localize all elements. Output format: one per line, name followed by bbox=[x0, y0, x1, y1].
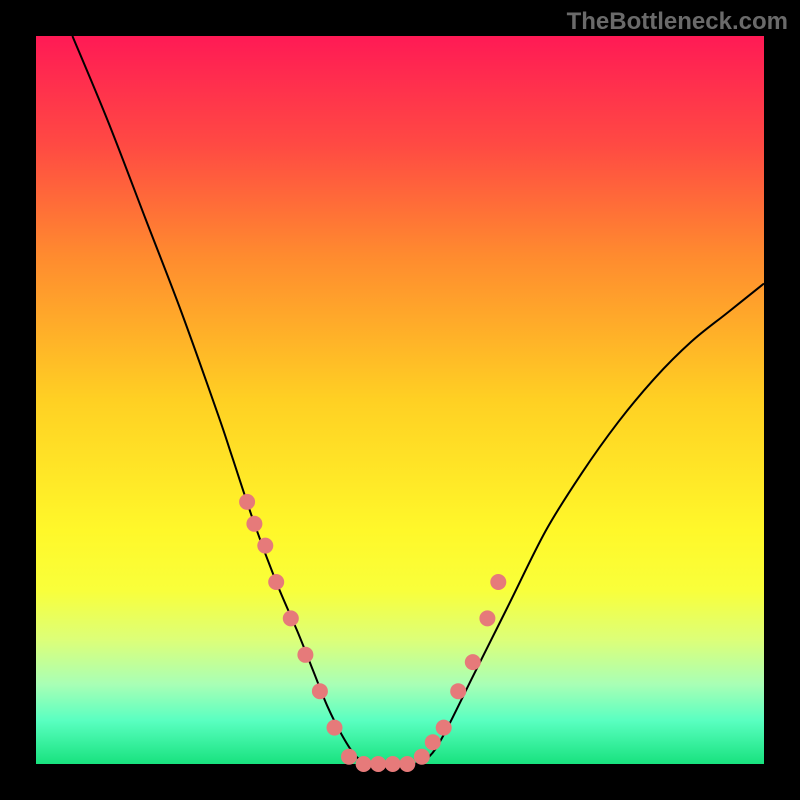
marker-dot bbox=[479, 610, 495, 626]
marker-dot bbox=[341, 749, 357, 765]
marker-dot bbox=[370, 756, 386, 772]
marker-dot bbox=[312, 683, 328, 699]
marker-dot bbox=[490, 574, 506, 590]
gradient-plot-area bbox=[36, 36, 764, 764]
markers-group bbox=[239, 494, 506, 772]
marker-dot bbox=[327, 720, 343, 736]
watermark-text: TheBottleneck.com bbox=[567, 8, 788, 36]
marker-dot bbox=[385, 756, 401, 772]
marker-dot bbox=[436, 720, 452, 736]
marker-dot bbox=[425, 734, 441, 750]
bottleneck-curve bbox=[72, 36, 764, 765]
marker-dot bbox=[465, 654, 481, 670]
marker-dot bbox=[414, 749, 430, 765]
marker-dot bbox=[239, 494, 255, 510]
marker-dot bbox=[283, 610, 299, 626]
marker-dot bbox=[246, 516, 262, 532]
marker-dot bbox=[268, 574, 284, 590]
marker-dot bbox=[356, 756, 372, 772]
marker-dot bbox=[297, 647, 313, 663]
marker-dot bbox=[257, 538, 273, 554]
chart-svg bbox=[36, 36, 764, 764]
marker-dot bbox=[450, 683, 466, 699]
marker-dot bbox=[399, 756, 415, 772]
